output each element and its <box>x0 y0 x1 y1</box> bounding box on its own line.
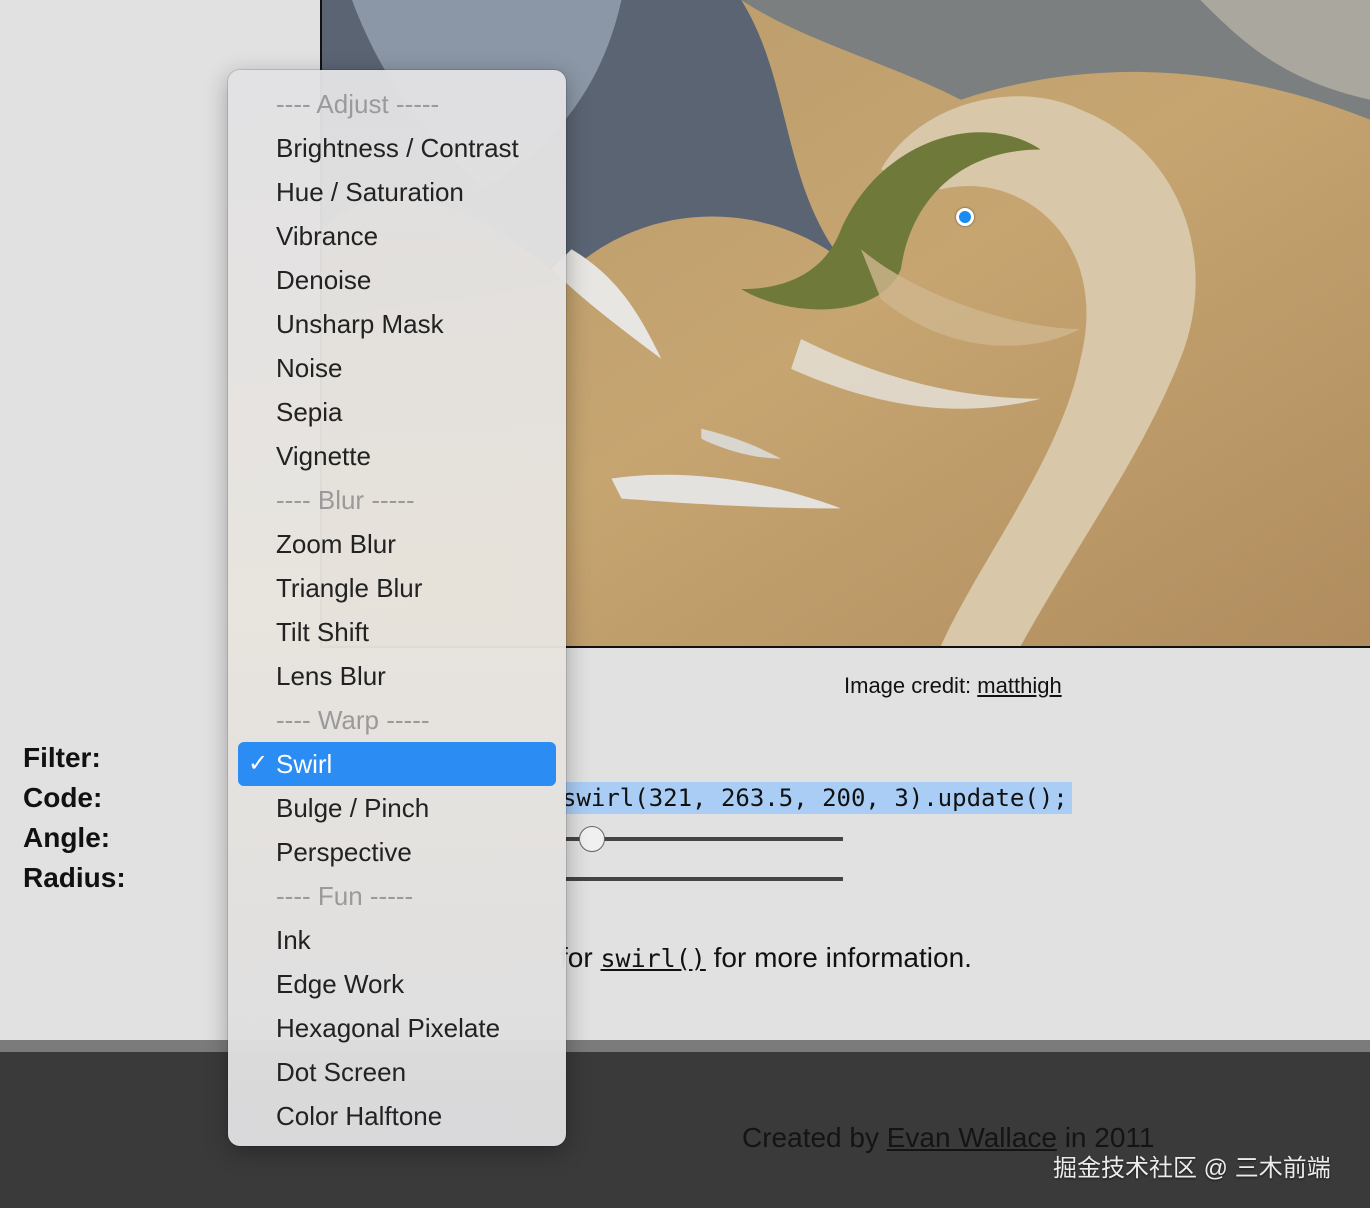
menu-item-label: Dot Screen <box>276 1057 407 1087</box>
menu-item-option[interactable]: Unsharp Mask <box>228 302 566 346</box>
image-credit: Image credit: matthigh <box>844 673 1062 699</box>
menu-item-label: Tilt Shift <box>276 617 369 647</box>
menu-item-option[interactable]: Ink <box>228 918 566 962</box>
menu-item-label: Bulge / Pinch <box>276 793 430 823</box>
menu-item-label: Ink <box>276 925 311 955</box>
menu-item-option[interactable]: Sepia <box>228 390 566 434</box>
menu-item-label: Zoom Blur <box>276 529 396 559</box>
menu-item-option[interactable]: Tilt Shift <box>228 610 566 654</box>
footer-created-prefix: Created by <box>742 1122 879 1153</box>
menu-item-option[interactable]: Hexagonal Pixelate <box>228 1006 566 1050</box>
menu-item-option[interactable]: Bulge / Pinch <box>228 786 566 830</box>
menu-item-option[interactable]: Triangle Blur <box>228 566 566 610</box>
menu-item-option[interactable]: Lens Blur <box>228 654 566 698</box>
menu-item-option[interactable]: Dot Screen <box>228 1050 566 1094</box>
angle-slider-thumb[interactable] <box>578 826 605 852</box>
menu-item-label: ---- Fun ----- <box>276 881 414 911</box>
menu-item-option[interactable]: Noise <box>228 346 566 390</box>
menu-item-option[interactable]: Denoise <box>228 258 566 302</box>
angle-label: Angle: <box>23 822 111 853</box>
menu-item-label: Noise <box>276 353 343 383</box>
menu-item-option[interactable]: Color Halftone <box>228 1094 566 1138</box>
filter-label: Filter: <box>23 742 101 773</box>
menu-group-header: ---- Adjust ----- <box>228 82 566 126</box>
docs-suffix: for more information. <box>713 942 972 973</box>
menu-item-label: Hexagonal Pixelate <box>276 1013 501 1043</box>
docs-fn-link[interactable]: swirl() <box>600 944 705 973</box>
menu-item-label: Vignette <box>276 441 371 471</box>
menu-item-label: Edge Work <box>276 969 405 999</box>
menu-item-option[interactable]: Hue / Saturation <box>228 170 566 214</box>
swirl-center-handle[interactable] <box>956 208 974 226</box>
filter-dropdown-menu[interactable]: ---- Adjust ----- Brightness / Contrast Hu… <box>228 70 566 1146</box>
checkmark-icon: ✓ <box>248 750 269 777</box>
docs-hint: for swirl() for more information. <box>560 942 972 974</box>
menu-item-label: Hue / Saturation <box>276 177 464 207</box>
radius-slider[interactable] <box>566 877 843 881</box>
menu-group-header: ---- Fun ----- <box>228 874 566 918</box>
menu-item-label: Perspective <box>276 837 412 867</box>
menu-item-option[interactable]: Edge Work <box>228 962 566 1006</box>
footer-divider <box>0 1040 1370 1052</box>
menu-item-label: Triangle Blur <box>276 573 423 603</box>
code-output[interactable]: swirl(321, 263.5, 200, 3).update(); <box>562 782 1072 814</box>
menu-item-label: Sepia <box>276 397 343 427</box>
watermark-text: 掘金技术社区 @ 三木前端 <box>1053 1155 1331 1182</box>
menu-item-label: Swirl <box>276 749 333 779</box>
radius-label: Radius: <box>23 862 126 893</box>
image-credit-label: Image credit: <box>844 673 972 698</box>
footer-author-link[interactable]: Evan Wallace <box>887 1122 1057 1153</box>
code-label: Code: <box>23 782 103 813</box>
menu-item-option[interactable]: Vibrance <box>228 214 566 258</box>
menu-item-label: Lens Blur <box>276 661 386 691</box>
menu-item-option[interactable]: Zoom Blur <box>228 522 566 566</box>
menu-item-label: ---- Blur ----- <box>276 485 415 515</box>
menu-item-option[interactable]: Vignette <box>228 434 566 478</box>
menu-item-label: Denoise <box>276 265 372 295</box>
menu-item-label: Color Halftone <box>276 1101 443 1131</box>
menu-item-label: ---- Adjust ----- <box>276 89 440 119</box>
menu-item-option[interactable]: Brightness / Contrast <box>228 126 566 170</box>
menu-item-option[interactable]: Perspective <box>228 830 566 874</box>
menu-item-option[interactable]: ✓ Swirl <box>238 742 556 786</box>
angle-slider[interactable] <box>566 837 843 841</box>
image-credit-link[interactable]: matthigh <box>977 673 1061 698</box>
menu-item-label: Unsharp Mask <box>276 309 444 339</box>
menu-group-header: ---- Warp ----- <box>228 698 566 742</box>
footer <box>0 1052 1370 1208</box>
menu-item-label: Brightness / Contrast <box>276 133 519 163</box>
menu-group-header: ---- Blur ----- <box>228 478 566 522</box>
menu-item-label: Vibrance <box>276 221 379 251</box>
menu-item-label: ---- Warp ----- <box>276 705 430 735</box>
